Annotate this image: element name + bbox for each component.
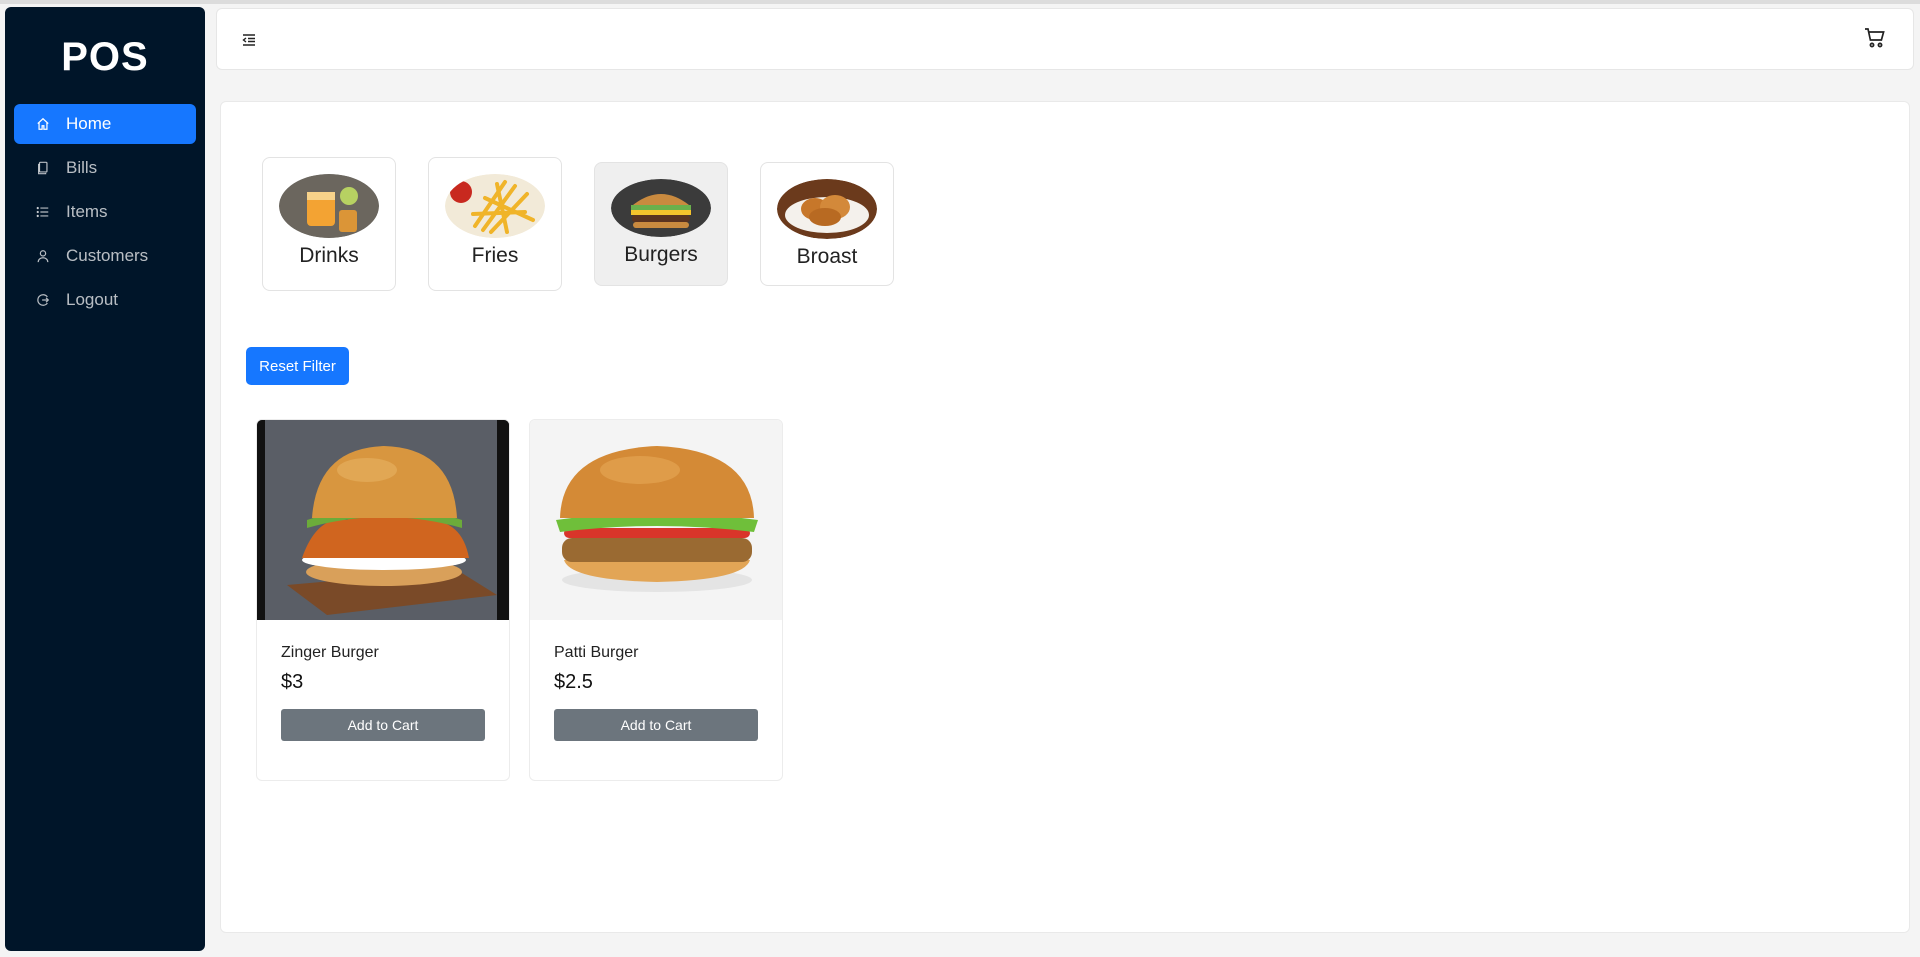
category-label: Broast <box>796 245 858 268</box>
logout-icon <box>36 293 50 307</box>
add-to-cart-button[interactable]: Add to Cart <box>281 709 485 741</box>
top-border <box>0 0 1920 4</box>
item-price: $2.5 <box>554 671 593 693</box>
sidebar-item-label: Home <box>66 114 112 133</box>
sidebar-item-home[interactable]: Home <box>14 104 196 144</box>
sidebar-item-label: Logout <box>66 290 118 309</box>
patti-burger-image <box>530 420 782 620</box>
sidebar-item-label: Bills <box>66 158 98 177</box>
home-icon <box>36 117 50 131</box>
sidebar-menu: Home Bills Items Customers Logout <box>14 104 196 324</box>
reset-filter-button[interactable]: Reset Filter <box>246 347 349 385</box>
user-icon <box>36 249 50 263</box>
category-label: Drinks <box>299 244 359 267</box>
fries-image <box>445 174 545 238</box>
list-icon <box>36 205 50 219</box>
item-price: $3 <box>281 671 304 693</box>
sidebar-item-customers[interactable]: Customers <box>14 236 196 276</box>
zinger-burger-image <box>257 420 509 620</box>
category-fries[interactable]: Fries <box>428 157 562 291</box>
category-label: Fries <box>471 244 519 267</box>
item-name: Zinger Burger <box>281 644 379 661</box>
category-broast[interactable]: Broast <box>760 162 894 286</box>
add-to-cart-button[interactable]: Add to Cart <box>554 709 758 741</box>
sidebar: POS Home Bills Items Customers Logout <box>5 7 205 951</box>
sidebar-item-logout[interactable]: Logout <box>14 280 196 320</box>
app-logo: POS <box>61 35 149 79</box>
category-label: Burgers <box>624 243 698 266</box>
category-burgers[interactable]: Burgers <box>594 162 728 286</box>
sidebar-item-bills[interactable]: Bills <box>14 148 196 188</box>
category-drinks[interactable]: Drinks <box>262 157 396 291</box>
sidebar-item-label: Items <box>66 202 108 221</box>
item-card: Patti Burger $2.5 Add to Cart <box>529 419 783 781</box>
item-name: Patti Burger <box>554 644 639 661</box>
top-header <box>216 8 1914 70</box>
broast-image <box>777 179 877 239</box>
item-card: Zinger Burger $3 Add to Cart <box>256 419 510 781</box>
drinks-image <box>279 174 379 238</box>
sidebar-item-items[interactable]: Items <box>14 192 196 232</box>
main-content: Drinks Fries Burgers Broast Reset Filter… <box>220 101 1910 933</box>
sidebar-item-label: Customers <box>66 246 149 265</box>
menu-fold-icon[interactable] <box>241 32 257 48</box>
copy-icon <box>36 161 50 175</box>
shopping-cart-icon[interactable] <box>1863 26 1887 50</box>
burgers-image <box>611 179 711 237</box>
